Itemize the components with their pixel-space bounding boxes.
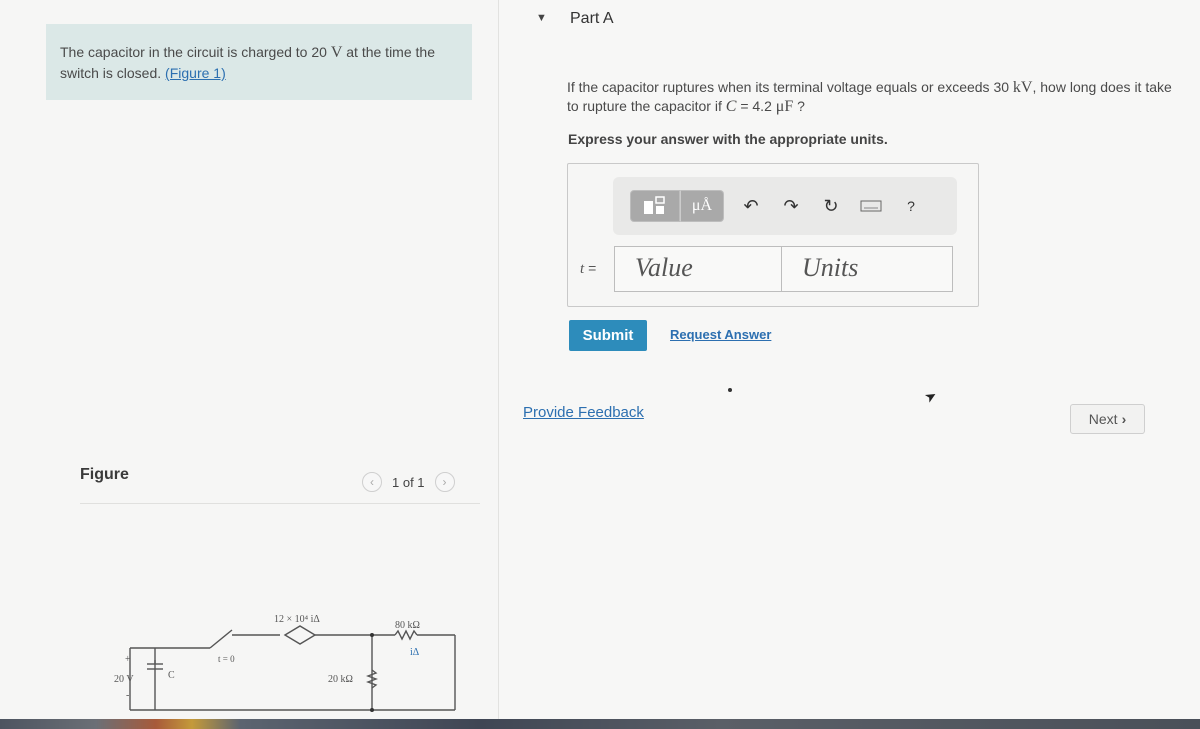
capacitor-label: C	[168, 670, 175, 681]
answer-input-row: t = Value Units	[578, 246, 953, 292]
pager-text: 1 of 1	[392, 474, 425, 490]
chevron-left-icon[interactable]: ‹	[362, 472, 382, 492]
next-label: Next	[1088, 411, 1118, 427]
circuit-diagram: 12 × 10⁴ iΔ 80 kΩ iΔ 20 kΩ 20 V C + - t …	[114, 614, 456, 712]
minus-sign: -	[126, 690, 129, 701]
c-symbol: C	[725, 98, 737, 115]
variable-symbol: t	[580, 261, 585, 277]
chevron-right-icon: ›	[1121, 411, 1127, 427]
units-input[interactable]: Units	[781, 246, 953, 292]
question-end: ?	[793, 98, 805, 114]
equals-sign: =	[588, 260, 597, 276]
taskbar-strip	[0, 719, 1200, 729]
kv-unit: kV	[1012, 79, 1033, 96]
figure-divider	[80, 503, 480, 504]
source-label: 20 V	[114, 674, 134, 685]
resistor-top-label: 80 kΩ	[395, 620, 420, 631]
question-line1: If the capacitor ruptures when its termi…	[567, 79, 1013, 95]
voltage-unit: V	[330, 44, 343, 61]
instruction: Express your answer with the appropriate…	[568, 131, 888, 147]
question-text: If the capacitor ruptures when its termi…	[567, 78, 1177, 116]
switch-blade	[209, 629, 233, 649]
templates-icon[interactable]	[630, 190, 680, 222]
next-button[interactable]: Next ›	[1070, 404, 1145, 434]
dependent-source-label: 12 × 10⁴ iΔ	[274, 614, 320, 625]
resistor-80k	[394, 629, 418, 641]
variable-label: t =	[578, 260, 614, 278]
figure-pager: ‹ 1 of 1 ›	[362, 472, 455, 492]
redo-icon[interactable]: ↷	[778, 193, 804, 219]
dependent-source	[283, 625, 317, 645]
resistor-bottom-label: 20 kΩ	[328, 674, 353, 685]
problem-text: The capacitor in the circuit is charged …	[60, 44, 331, 60]
reset-icon[interactable]: ↻	[818, 193, 844, 219]
submit-button[interactable]: Submit	[569, 320, 647, 351]
keyboard-icon[interactable]	[858, 193, 884, 219]
provide-feedback-link[interactable]: Provide Feedback	[523, 404, 644, 421]
chevron-right-icon[interactable]: ›	[434, 472, 455, 492]
part-title: Part A	[570, 10, 614, 27]
screen-speck	[728, 388, 732, 392]
part-header[interactable]: ▼ Part A	[519, 0, 1200, 40]
uf-unit: μF	[775, 98, 794, 115]
switch-label: t = 0	[218, 654, 235, 664]
caret-down-icon[interactable]: ▼	[536, 12, 547, 24]
undo-icon[interactable]: ↶	[738, 193, 764, 219]
answer-box: μÅ ↶ ↷ ↻ ? t = Value Units	[567, 163, 979, 307]
figure-link[interactable]: (Figure 1)	[165, 65, 226, 81]
request-answer-link[interactable]: Request Answer	[670, 327, 771, 342]
figure-header: Figure	[80, 466, 129, 483]
units-icon[interactable]: μÅ	[680, 190, 724, 222]
answer-toolbar: μÅ ↶ ↷ ↻ ?	[613, 177, 957, 235]
left-pane: The capacitor in the circuit is charged …	[0, 0, 498, 729]
question-eq: = 4.2	[736, 98, 776, 114]
plus-sign: +	[125, 654, 131, 665]
value-input[interactable]: Value	[614, 246, 782, 292]
help-icon[interactable]: ?	[898, 193, 924, 219]
problem-statement: The capacitor in the circuit is charged …	[46, 24, 472, 100]
current-label: iΔ	[410, 647, 420, 658]
